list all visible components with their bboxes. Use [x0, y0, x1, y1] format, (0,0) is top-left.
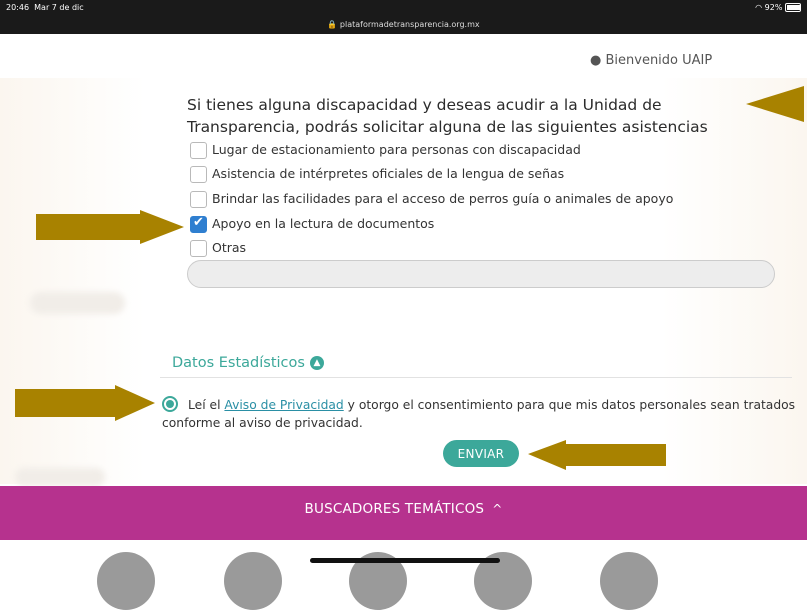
chevron-up-circle-icon: ▲ [309, 356, 324, 370]
lock-icon: 🔒 [327, 20, 338, 29]
send-button[interactable]: ENVIAR [443, 440, 519, 467]
category-icon[interactable] [97, 552, 155, 610]
annotation-arrow-left-icon [528, 440, 666, 470]
blurred-label [15, 468, 105, 486]
battery-icon [785, 3, 801, 12]
home-indicator [310, 558, 500, 563]
category-icon[interactable] [600, 552, 658, 610]
category-icon[interactable] [224, 552, 282, 610]
annotation-arrow-left-icon [746, 86, 804, 122]
status-time: 20:46 Mar 7 de dic [6, 3, 84, 12]
checkbox[interactable] [190, 240, 207, 257]
annotation-arrow-right-icon [36, 210, 184, 244]
annotation-arrow-right-icon [15, 385, 155, 421]
checkbox-checked[interactable] [190, 215, 207, 233]
wifi-icon: ◠ [755, 3, 763, 12]
address-bar[interactable]: 🔒 plataformadetransparencia.org.mx [0, 20, 807, 29]
battery-indicator: ◠ 92% [755, 3, 801, 12]
stats-section-toggle[interactable]: Datos Estadísticos ▲ [172, 355, 324, 371]
welcome-user[interactable]: ● Bienvenido UAIP [590, 53, 712, 68]
checkbox[interactable] [190, 166, 207, 183]
chevron-up-icon: ^ [492, 502, 503, 516]
privacy-notice-link[interactable]: Aviso de Privacidad [224, 398, 343, 412]
footer-label: BUSCADORES TEMÁTICOS [304, 501, 485, 517]
other-assistance-input[interactable] [187, 260, 775, 288]
user-circle-icon: ● [590, 53, 602, 68]
footer-bar[interactable]: BUSCADORES TEMÁTICOS ^ [0, 486, 807, 540]
divider [160, 377, 792, 378]
consent-text: Leí el Aviso de Privacidad y otorgo el c… [188, 398, 796, 412]
status-bar: 20:46 Mar 7 de dic 🔒 plataformadetranspa… [0, 0, 807, 34]
consent-text-line2: conforme al aviso de privacidad. [162, 416, 363, 430]
assistance-question: Si tienes alguna discapacidad y deseas a… [187, 96, 708, 136]
page-header: ● Bienvenido UAIP [0, 34, 807, 79]
checkbox[interactable] [190, 191, 207, 208]
consent-radio[interactable] [162, 396, 178, 412]
checkbox[interactable] [190, 142, 207, 159]
blurred-label [30, 292, 125, 314]
